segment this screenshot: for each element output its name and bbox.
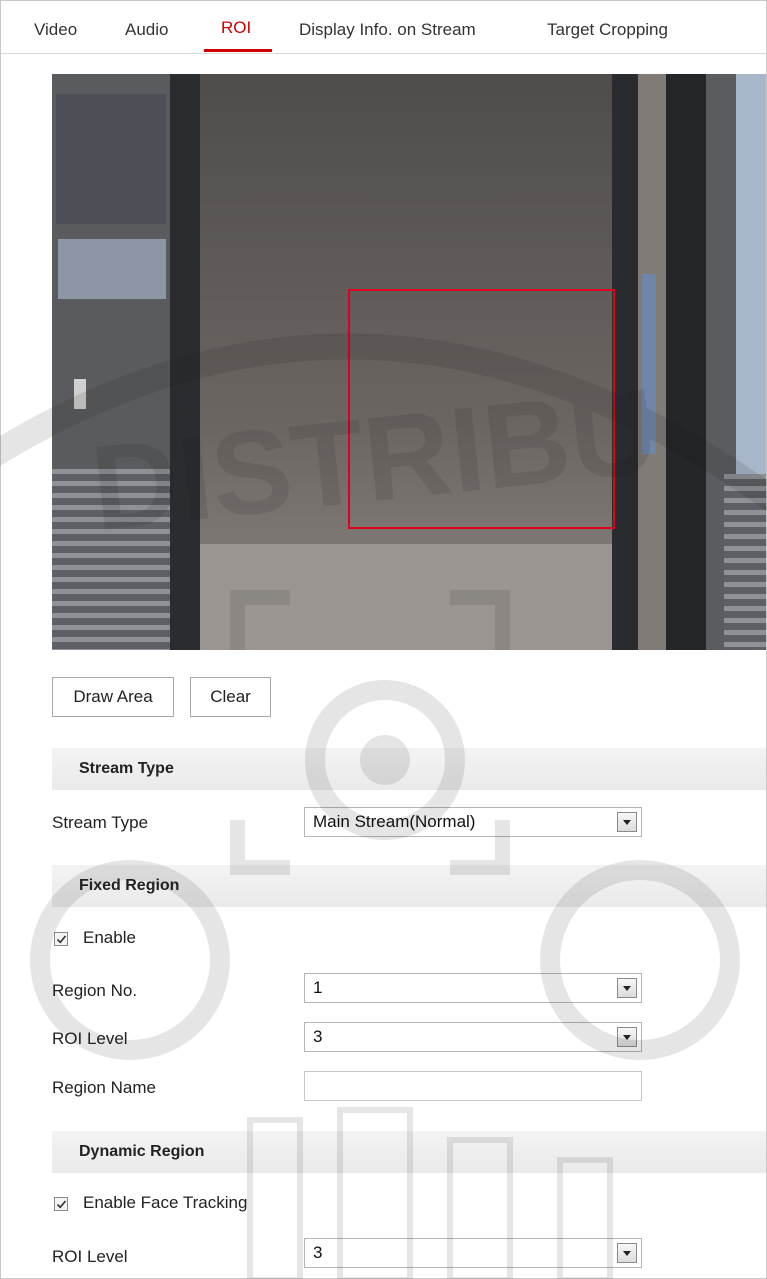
face-tracking-label: Enable Face Tracking [83, 1193, 248, 1212]
dynamic-roi-level-value: 3 [313, 1243, 323, 1262]
dynamic-roi-level-label: ROI Level [52, 1247, 128, 1266]
tab-display-info-on-stream[interactable]: Display Info. on Stream [299, 20, 476, 40]
tab-target-cropping[interactable]: Target Cropping [547, 20, 668, 40]
checkmark-icon [56, 1200, 67, 1209]
roi-settings-panel: Video Audio ROI Display Info. on Stream … [0, 0, 767, 1279]
video-preview[interactable] [52, 74, 766, 650]
checkmark-icon [56, 935, 67, 944]
chevron-down-icon[interactable] [617, 978, 637, 998]
section-title: Stream Type [79, 760, 174, 777]
roi-region-box[interactable] [348, 289, 615, 529]
fixed-region-section-header: Fixed Region [52, 865, 766, 907]
section-title: Dynamic Region [79, 1143, 205, 1160]
enable-checkbox[interactable] [54, 932, 68, 946]
roi-level-value: 3 [313, 1027, 323, 1046]
roi-level-select[interactable]: 3 [304, 1022, 642, 1052]
tab-bar: Video Audio ROI Display Info. on Stream … [1, 1, 766, 54]
stream-type-section-header: Stream Type [52, 748, 766, 790]
chevron-down-icon[interactable] [617, 1027, 637, 1047]
clear-button[interactable]: Clear [190, 677, 271, 717]
chevron-down-icon[interactable] [617, 812, 637, 832]
region-no-value: 1 [313, 978, 323, 997]
stream-type-label: Stream Type [52, 813, 149, 832]
tab-audio[interactable]: Audio [125, 20, 168, 40]
region-name-input[interactable] [304, 1071, 642, 1101]
enable-label: Enable [83, 928, 136, 947]
dynamic-region-section-header: Dynamic Region [52, 1131, 766, 1173]
tab-roi[interactable]: ROI [221, 18, 251, 38]
section-title: Fixed Region [79, 877, 180, 894]
draw-area-button[interactable]: Draw Area [52, 677, 174, 717]
stream-type-select[interactable]: Main Stream(Normal) [304, 807, 642, 837]
active-tab-indicator [204, 49, 272, 52]
region-no-select[interactable]: 1 [304, 973, 642, 1003]
region-name-label: Region Name [52, 1078, 156, 1097]
dynamic-roi-level-select[interactable]: 3 [304, 1238, 642, 1268]
face-tracking-checkbox[interactable] [54, 1197, 68, 1211]
region-no-label: Region No. [52, 981, 138, 1000]
tab-video[interactable]: Video [34, 20, 77, 40]
chevron-down-icon[interactable] [617, 1243, 637, 1263]
stream-type-value: Main Stream(Normal) [313, 812, 476, 831]
roi-level-label: ROI Level [52, 1029, 128, 1048]
